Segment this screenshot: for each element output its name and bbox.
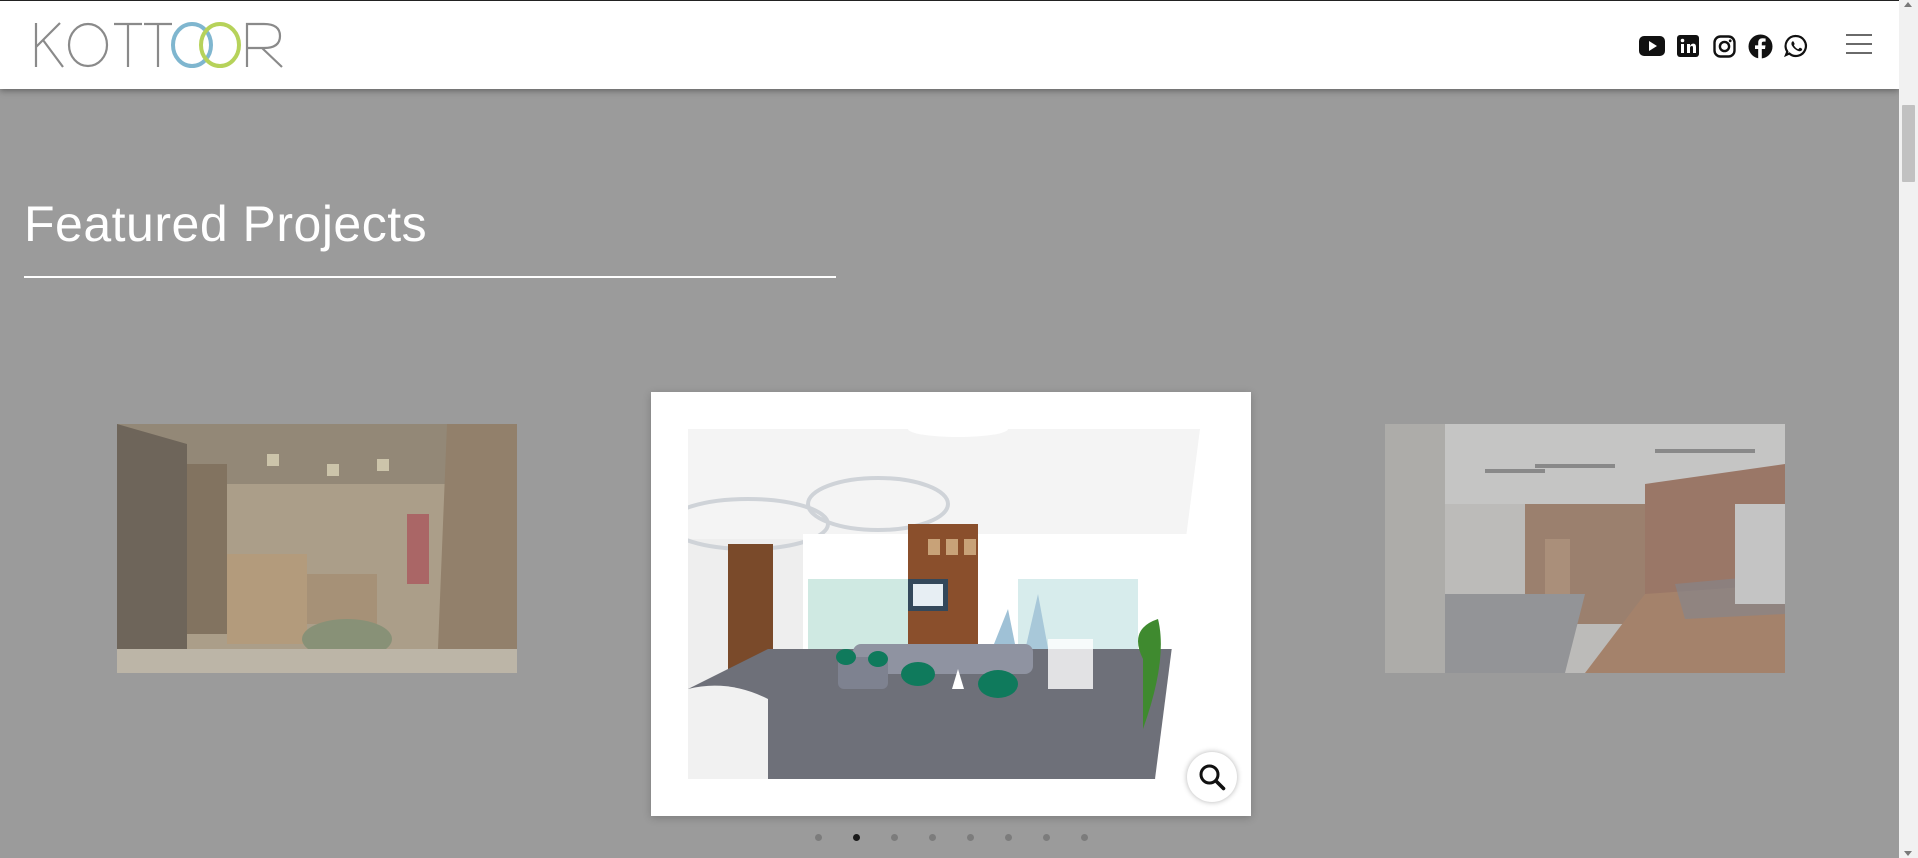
scroll-up-arrow-icon[interactable] (1904, 2, 1912, 7)
carousel-dot-3[interactable] (891, 834, 898, 841)
office-lounge-image (688, 429, 1201, 779)
scroll-down-arrow-icon[interactable] (1904, 851, 1912, 856)
carousel-slide-active[interactable] (651, 392, 1251, 816)
title-divider (24, 276, 836, 278)
page-scrollbar[interactable] (1899, 0, 1918, 858)
carousel-slide-prev[interactable] (117, 424, 517, 673)
carousel-dot-2[interactable] (853, 834, 860, 841)
carousel-dot-5[interactable] (967, 834, 974, 841)
linkedin-icon[interactable] (1675, 33, 1701, 59)
kottoor-logo[interactable] (34, 19, 284, 71)
carousel-dot-6[interactable] (1005, 834, 1012, 841)
facebook-icon[interactable] (1747, 33, 1773, 59)
carousel-dot-1[interactable] (815, 834, 822, 841)
youtube-icon[interactable] (1639, 33, 1665, 59)
instagram-icon[interactable] (1711, 33, 1737, 59)
carousel-dot-4[interactable] (929, 834, 936, 841)
carousel-pagination (815, 834, 1088, 841)
whatsapp-icon[interactable] (1783, 33, 1809, 59)
scroll-thumb[interactable] (1902, 105, 1915, 182)
carousel-dot-7[interactable] (1043, 834, 1050, 841)
retail-store-image (117, 424, 517, 673)
kottoor-logo-graphic (34, 22, 283, 68)
section-title: Featured Projects (24, 196, 428, 252)
magnifier-icon (1199, 764, 1226, 791)
carousel-slide-next[interactable] (1385, 424, 1785, 673)
office-meeting-room-image (1385, 424, 1785, 673)
site-header (0, 0, 1899, 89)
hamburger-menu-icon[interactable] (1846, 34, 1872, 54)
social-links (1639, 33, 1809, 59)
carousel-dot-8[interactable] (1081, 834, 1088, 841)
zoom-button[interactable] (1187, 752, 1237, 802)
